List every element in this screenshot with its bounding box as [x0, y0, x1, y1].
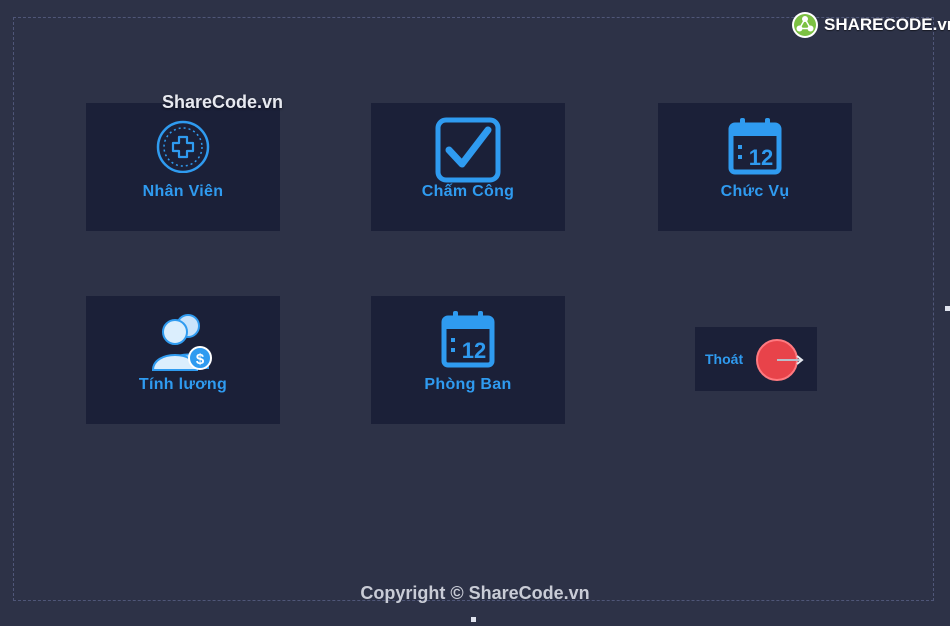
calendar-icon: 12 [728, 118, 782, 175]
tile-label: Nhân Viên [142, 183, 224, 200]
calendar-icon: 12 [441, 311, 495, 368]
resize-grip-right[interactable] [945, 306, 950, 311]
exit-icon [756, 339, 804, 381]
tile-label: Chức Vụ [720, 183, 790, 200]
copyright-text: Copyright © ShareCode.vn [360, 583, 590, 603]
tile-nhan-vien[interactable]: Nhân Viên [86, 103, 280, 231]
sharecode-logo: SHARECODE.vn [790, 10, 950, 40]
logo-text: SHARECODE.vn [824, 15, 950, 34]
tile-tinh-luong[interactable]: $ Tính lương [86, 296, 280, 424]
tile-label: Tính lương [138, 376, 228, 393]
tile-label: Chấm Công [421, 183, 515, 200]
tile-cham-cong[interactable]: Chấm Công [371, 103, 565, 231]
tile-chuc-vu[interactable]: 12 Chức Vụ [658, 103, 852, 231]
main-form: SHARECODE.vn Nhân Viên Chấm Công 12 Chức… [0, 0, 950, 626]
calendar-day-text: 12 [462, 338, 486, 363]
resize-grip-bottom[interactable] [471, 617, 476, 622]
svg-text:$: $ [196, 351, 205, 368]
sharecode-logo-icon [792, 12, 818, 38]
tile-label: Phòng Ban [424, 376, 512, 393]
exit-label: Thoát [705, 351, 744, 367]
calendar-day-text: 12 [749, 145, 773, 170]
watermark-text: ShareCode.vn [162, 92, 284, 112]
users-salary-icon: $ [151, 314, 212, 371]
exit-button[interactable]: Thoát [695, 327, 817, 391]
tile-phong-ban[interactable]: 12 Phòng Ban [371, 296, 565, 424]
checkbox-icon [435, 117, 501, 183]
add-circle-icon [156, 120, 210, 173]
